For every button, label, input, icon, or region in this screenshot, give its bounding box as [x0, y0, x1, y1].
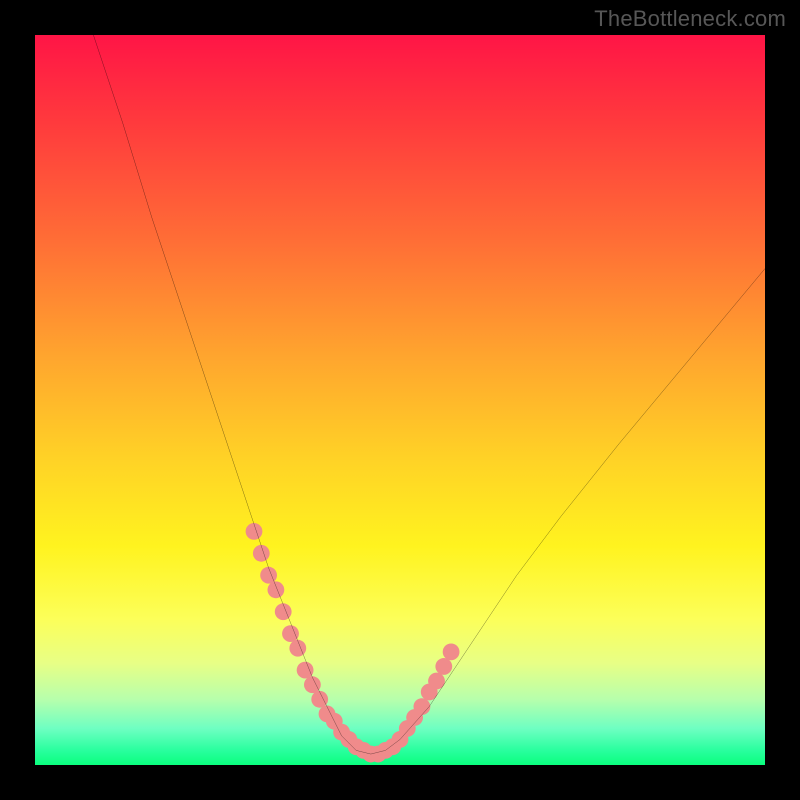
watermark-label: TheBottleneck.com — [594, 6, 786, 32]
marker-point — [435, 658, 452, 675]
marker-point — [297, 662, 314, 679]
chart-svg — [35, 35, 765, 765]
marker-point — [275, 603, 292, 620]
marker-point — [311, 691, 328, 708]
marker-point — [268, 581, 285, 598]
marker-point — [260, 567, 277, 584]
marker-point — [289, 640, 306, 657]
marker-point — [282, 625, 299, 642]
marker-point — [246, 523, 263, 540]
bottleneck-curve — [93, 35, 765, 754]
marker-point — [414, 698, 431, 715]
plot-area — [35, 35, 765, 765]
marker-point — [253, 545, 270, 562]
marker-point — [304, 676, 321, 693]
marker-point — [443, 643, 460, 660]
chart-frame: TheBottleneck.com — [0, 0, 800, 800]
marker-cluster — [246, 523, 460, 762]
